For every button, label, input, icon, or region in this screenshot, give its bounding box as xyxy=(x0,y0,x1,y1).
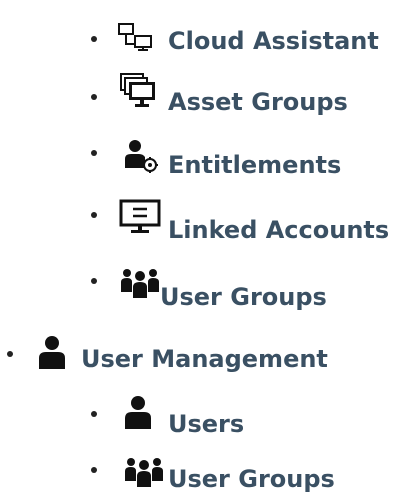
menu-item-asset-groups[interactable]: Asset Groups xyxy=(168,88,348,116)
bullet xyxy=(91,94,97,100)
menu-item-linked-accounts[interactable]: Linked Accounts xyxy=(168,216,389,244)
bullet xyxy=(91,212,97,218)
bullet xyxy=(91,36,97,42)
bullet xyxy=(91,411,97,417)
menu-item-users[interactable]: Users xyxy=(168,410,244,438)
user-groups-icon xyxy=(125,458,163,487)
user-icon xyxy=(39,336,65,369)
menu-item-user-groups[interactable]: User Groups xyxy=(160,283,327,311)
menu-item-entitlements[interactable]: Entitlements xyxy=(168,151,341,179)
linked-accounts-monitor-icon xyxy=(119,199,161,233)
menu-section-user-management[interactable]: User Management xyxy=(81,345,328,373)
entitlements-user-gear-icon xyxy=(125,140,158,173)
navigation-menu: Cloud Assistant Asset Groups Entitlement… xyxy=(0,0,414,500)
bullet xyxy=(91,467,97,473)
menu-item-user-groups[interactable]: User Groups xyxy=(168,465,335,493)
bullet xyxy=(7,351,13,357)
asset-groups-monitors-icon xyxy=(120,73,155,107)
bullet xyxy=(91,150,97,156)
bullet xyxy=(91,278,97,284)
menu-item-cloud-assistant[interactable]: Cloud Assistant xyxy=(168,27,379,55)
cloud-assistant-network-icon xyxy=(118,23,152,51)
user-icon xyxy=(125,396,151,429)
user-groups-icon xyxy=(121,269,159,298)
